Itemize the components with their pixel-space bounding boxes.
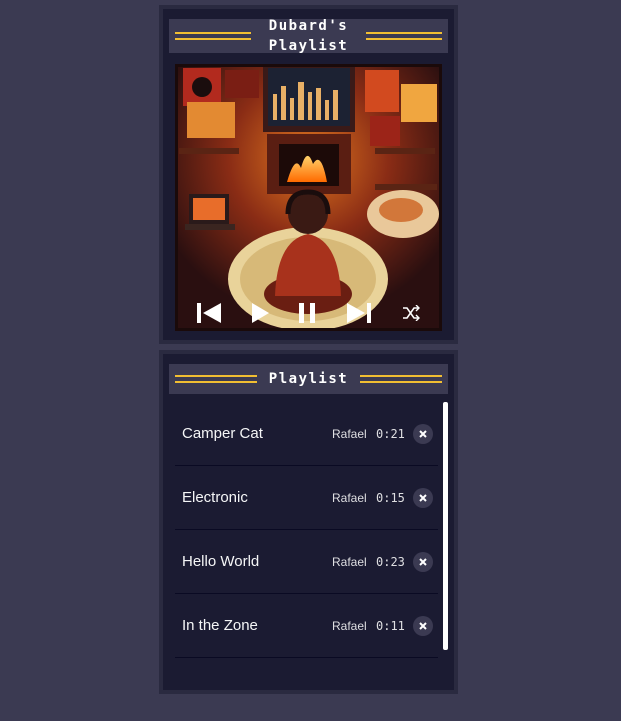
skip-back-icon: [197, 303, 221, 323]
next-button[interactable]: [343, 298, 373, 328]
skip-forward-icon: [347, 303, 371, 323]
scrollbar[interactable]: [443, 402, 448, 650]
song-title[interactable]: Hello World: [182, 553, 259, 570]
delete-song-button[interactable]: [413, 551, 433, 572]
playlist-header: Playlist: [169, 364, 448, 394]
player-panel: Dubard's Playlist: [159, 5, 458, 344]
delete-song-button[interactable]: [413, 487, 433, 508]
previous-button[interactable]: [195, 298, 225, 328]
song-item[interactable]: Electronic Rafael 0:15: [175, 466, 438, 530]
player-header: Dubard's Playlist: [169, 16, 448, 56]
playlist-title: Playlist: [268, 371, 349, 387]
decorative-lines: [360, 375, 442, 383]
song-item-partial[interactable]: [175, 658, 438, 687]
song-item[interactable]: In the Zone Rafael 0:11: [175, 594, 438, 658]
song-artist: Rafael: [332, 426, 367, 441]
song-artist: Rafael: [332, 490, 367, 505]
song-duration: 0:23: [376, 554, 405, 569]
song-artist: Rafael: [332, 554, 367, 569]
shuffle-icon: [403, 305, 420, 321]
close-icon: [419, 493, 427, 502]
song-item[interactable]: Camper Cat Rafael 0:21: [175, 402, 438, 466]
song-title[interactable]: Camper Cat: [182, 425, 263, 442]
player-title-line2: Playlist: [268, 38, 349, 54]
song-title[interactable]: In the Zone: [182, 617, 258, 634]
decorative-lines: [175, 32, 251, 40]
close-icon: [419, 621, 427, 630]
shuffle-button[interactable]: [396, 298, 426, 328]
decorative-lines: [175, 375, 257, 383]
album-art: [175, 64, 442, 331]
pause-button[interactable]: [292, 298, 322, 328]
song-duration: 0:11: [376, 618, 405, 633]
song-duration: 0:21: [376, 426, 405, 441]
play-icon: [252, 303, 269, 323]
song-list[interactable]: Camper Cat Rafael 0:21 Electronic Rafael…: [169, 402, 444, 687]
song-artist: Rafael: [332, 618, 367, 633]
delete-song-button[interactable]: [413, 423, 433, 444]
player-title-line1: Dubard's: [268, 18, 349, 34]
pause-icon: [299, 303, 315, 323]
close-icon: [419, 557, 427, 566]
delete-song-button[interactable]: [413, 615, 433, 636]
close-icon: [419, 429, 427, 438]
song-duration: 0:15: [376, 490, 405, 505]
player-controls: [175, 294, 442, 330]
play-button[interactable]: [245, 298, 275, 328]
song-title[interactable]: Electronic: [182, 489, 248, 506]
song-item[interactable]: Hello World Rafael 0:23: [175, 530, 438, 594]
decorative-lines: [366, 32, 442, 40]
playlist-panel: Playlist Camper Cat Rafael 0:21 Electron…: [159, 350, 458, 694]
player-title: Dubard's Playlist: [264, 16, 354, 56]
